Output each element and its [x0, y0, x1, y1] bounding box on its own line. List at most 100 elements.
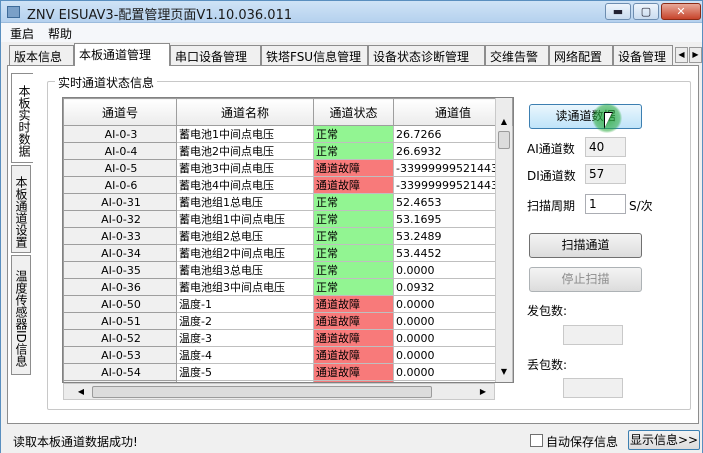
channel-id-cell[interactable]: AI-0-32: [63, 210, 177, 228]
table-row[interactable]: AI-0-52 温度-3 通道故障 0.0000: [63, 329, 513, 347]
tab-device-diagnosis[interactable]: 设备状态诊断管理: [368, 45, 485, 65]
menu-help[interactable]: 帮助: [48, 25, 72, 42]
close-button[interactable]: ✕: [661, 3, 701, 20]
table-row[interactable]: AI-0-35 蓄电池组3总电压 正常 0.0000: [63, 261, 513, 279]
side-tab-temp-sensor[interactable]: 温度传感器ID信息: [11, 255, 31, 375]
table-row[interactable]: AI-0-5 蓄电池3中间点电压 通道故障 -3399999952144390: [63, 159, 513, 177]
channel-name-cell[interactable]: 蓄电池组3总电压: [176, 261, 314, 279]
lost-packets-field: [563, 378, 623, 398]
col-header-channel-id[interactable]: 通道号: [63, 98, 177, 126]
channel-status-cell[interactable]: 正常: [313, 227, 394, 245]
side-tab-realtime-data[interactable]: 本板实时数据: [11, 73, 33, 163]
channel-status-cell[interactable]: 通道故障: [313, 176, 394, 194]
channel-name-cell[interactable]: 蓄电池1中间点电压: [176, 125, 314, 143]
channel-name-cell[interactable]: 蓄电池4中间点电压: [176, 176, 314, 194]
tab-network-config[interactable]: 网络配置: [549, 45, 613, 65]
channel-status-cell[interactable]: 通道故障: [313, 159, 394, 177]
channel-id-cell[interactable]: AI-0-6: [63, 176, 177, 194]
scroll-right-arrow[interactable]: ▶: [476, 384, 490, 399]
tab-board-channel[interactable]: 本板通道管理: [74, 43, 170, 66]
tab-maintenance-alarm[interactable]: 交维告警: [485, 45, 549, 65]
table-row[interactable]: AI-0-4 蓄电池2中间点电压 正常 26.6932: [63, 142, 513, 160]
channel-name-cell[interactable]: 温度-4: [176, 346, 314, 364]
table-row[interactable]: AI-0-32 蓄电池组1中间点电压 正常 53.1695: [63, 210, 513, 228]
di-count-label: DI通道数: [527, 169, 576, 183]
col-header-channel-name[interactable]: 通道名称: [176, 98, 314, 126]
channel-name-cell[interactable]: 蓄电池组2中间点电压: [176, 244, 314, 262]
channel-name-cell[interactable]: 温度-3: [176, 329, 314, 347]
channel-id-cell[interactable]: AI-0-36: [63, 278, 177, 296]
scan-channel-button[interactable]: 扫描通道: [529, 233, 642, 258]
table-row[interactable]: AI-0-6 蓄电池4中间点电压 通道故障 -3399999952144390: [63, 176, 513, 194]
channel-name-cell[interactable]: 蓄电池3中间点电压: [176, 159, 314, 177]
vertical-scroll-thumb[interactable]: [498, 131, 510, 149]
tab-scroll-left[interactable]: ◀: [675, 47, 688, 63]
channel-status-cell[interactable]: 通道故障: [313, 295, 394, 313]
channel-status-cell[interactable]: 正常: [313, 125, 394, 143]
scan-period-input[interactable]: 1: [585, 194, 626, 214]
table-row[interactable]: AI-0-34 蓄电池组2中间点电压 正常 53.4452: [63, 244, 513, 262]
scroll-up-arrow[interactable]: ▲: [496, 114, 512, 129]
side-tab-channel-settings[interactable]: 本板通道设置: [11, 165, 31, 253]
title-bar[interactable]: ZNV EISUAV3-配置管理页面V1.10.036.011 ▬ ▢ ✕: [1, 1, 702, 23]
channel-id-cell[interactable]: AI-0-4: [63, 142, 177, 160]
maximize-button[interactable]: ▢: [633, 3, 659, 20]
channel-status-cell[interactable]: 通道故障: [313, 363, 394, 381]
channel-id-cell[interactable]: AI-0-54: [63, 363, 177, 381]
table-row[interactable]: AI-0-53 温度-4 通道故障 0.0000: [63, 346, 513, 364]
channel-id-cell[interactable]: AI-0-52: [63, 329, 177, 347]
read-channel-data-button[interactable]: 读通道数据: [529, 104, 642, 129]
horizontal-scroll-thumb[interactable]: [92, 386, 432, 398]
table-row[interactable]: AI-0-50 温度-1 通道故障 0.0000: [63, 295, 513, 313]
channel-name-cell[interactable]: 温度-5: [176, 363, 314, 381]
channel-status-cell[interactable]: 正常: [313, 278, 394, 296]
channel-table[interactable]: 通道号 通道名称 通道状态 通道值 AI-0-3 蓄电池1中间点电压 正常 26.72…: [62, 97, 514, 383]
channel-status-cell[interactable]: 正常: [313, 142, 394, 160]
menu-restart[interactable]: 重启: [10, 25, 34, 42]
channel-id-cell[interactable]: AI-0-50: [63, 295, 177, 313]
channel-id-cell[interactable]: AI-0-53: [63, 346, 177, 364]
tab-device-manage[interactable]: 设备管理: [613, 45, 673, 65]
scroll-left-arrow[interactable]: ◀: [74, 384, 88, 399]
channel-id-cell[interactable]: AI-0-34: [63, 244, 177, 262]
tab-tower-fsu[interactable]: 铁塔FSU信息管理: [261, 45, 368, 65]
channel-id-cell[interactable]: AI-0-3: [63, 125, 177, 143]
table-horizontal-scrollbar[interactable]: ◀ ▶: [63, 383, 495, 400]
channel-id-cell[interactable]: AI-0-5: [63, 159, 177, 177]
channel-name-cell[interactable]: 蓄电池组3中间点电压: [176, 278, 314, 296]
channel-id-cell[interactable]: AI-0-31: [63, 193, 177, 211]
table-row[interactable]: AI-0-3 蓄电池1中间点电压 正常 26.7266: [63, 125, 513, 143]
scroll-down-arrow[interactable]: ▼: [496, 364, 512, 379]
table-vertical-scrollbar[interactable]: ▲ ▼: [495, 98, 512, 382]
table-row[interactable]: AI-0-36 蓄电池组3中间点电压 正常 0.0932: [63, 278, 513, 296]
channel-status-cell[interactable]: 通道故障: [313, 312, 394, 330]
autosave-checkbox[interactable]: [530, 434, 543, 447]
channel-name-cell[interactable]: 温度-2: [176, 312, 314, 330]
channel-status-cell[interactable]: 通道故障: [313, 346, 394, 364]
channel-status-cell[interactable]: 正常: [313, 244, 394, 262]
col-header-channel-status[interactable]: 通道状态: [313, 98, 394, 126]
minimize-button[interactable]: ▬: [605, 3, 631, 20]
table-row[interactable]: AI-0-54 温度-5 通道故障 0.0000: [63, 363, 513, 381]
channel-name-cell[interactable]: 蓄电池组1中间点电压: [176, 210, 314, 228]
channel-name-cell[interactable]: 蓄电池组2总电压: [176, 227, 314, 245]
tab-scroll-right[interactable]: ▶: [689, 47, 702, 63]
channel-name-cell[interactable]: 蓄电池2中间点电压: [176, 142, 314, 160]
channel-status-cell[interactable]: 通道故障: [313, 329, 394, 347]
app-window: ZNV EISUAV3-配置管理页面V1.10.036.011 ▬ ▢ ✕ 重启…: [0, 0, 703, 453]
table-row[interactable]: AI-0-51 温度-2 通道故障 0.0000: [63, 312, 513, 330]
table-row[interactable]: AI-0-33 蓄电池组2总电压 正常 53.2489: [63, 227, 513, 245]
channel-status-cell[interactable]: 正常: [313, 261, 394, 279]
show-info-button[interactable]: 显示信息>>: [628, 430, 700, 450]
channel-name-cell[interactable]: 蓄电池组1总电压: [176, 193, 314, 211]
tab-serial-device[interactable]: 串口设备管理: [170, 45, 261, 65]
table-row[interactable]: AI-0-31 蓄电池组1总电压 正常 52.4653: [63, 193, 513, 211]
channel-id-cell[interactable]: AI-0-51: [63, 312, 177, 330]
channel-status-cell[interactable]: 正常: [313, 210, 394, 228]
autosave-label[interactable]: 自动保存信息: [546, 433, 618, 450]
channel-status-cell[interactable]: 正常: [313, 193, 394, 211]
channel-id-cell[interactable]: AI-0-33: [63, 227, 177, 245]
tab-version-info[interactable]: 版本信息: [9, 45, 74, 65]
channel-name-cell[interactable]: 温度-1: [176, 295, 314, 313]
channel-id-cell[interactable]: AI-0-35: [63, 261, 177, 279]
